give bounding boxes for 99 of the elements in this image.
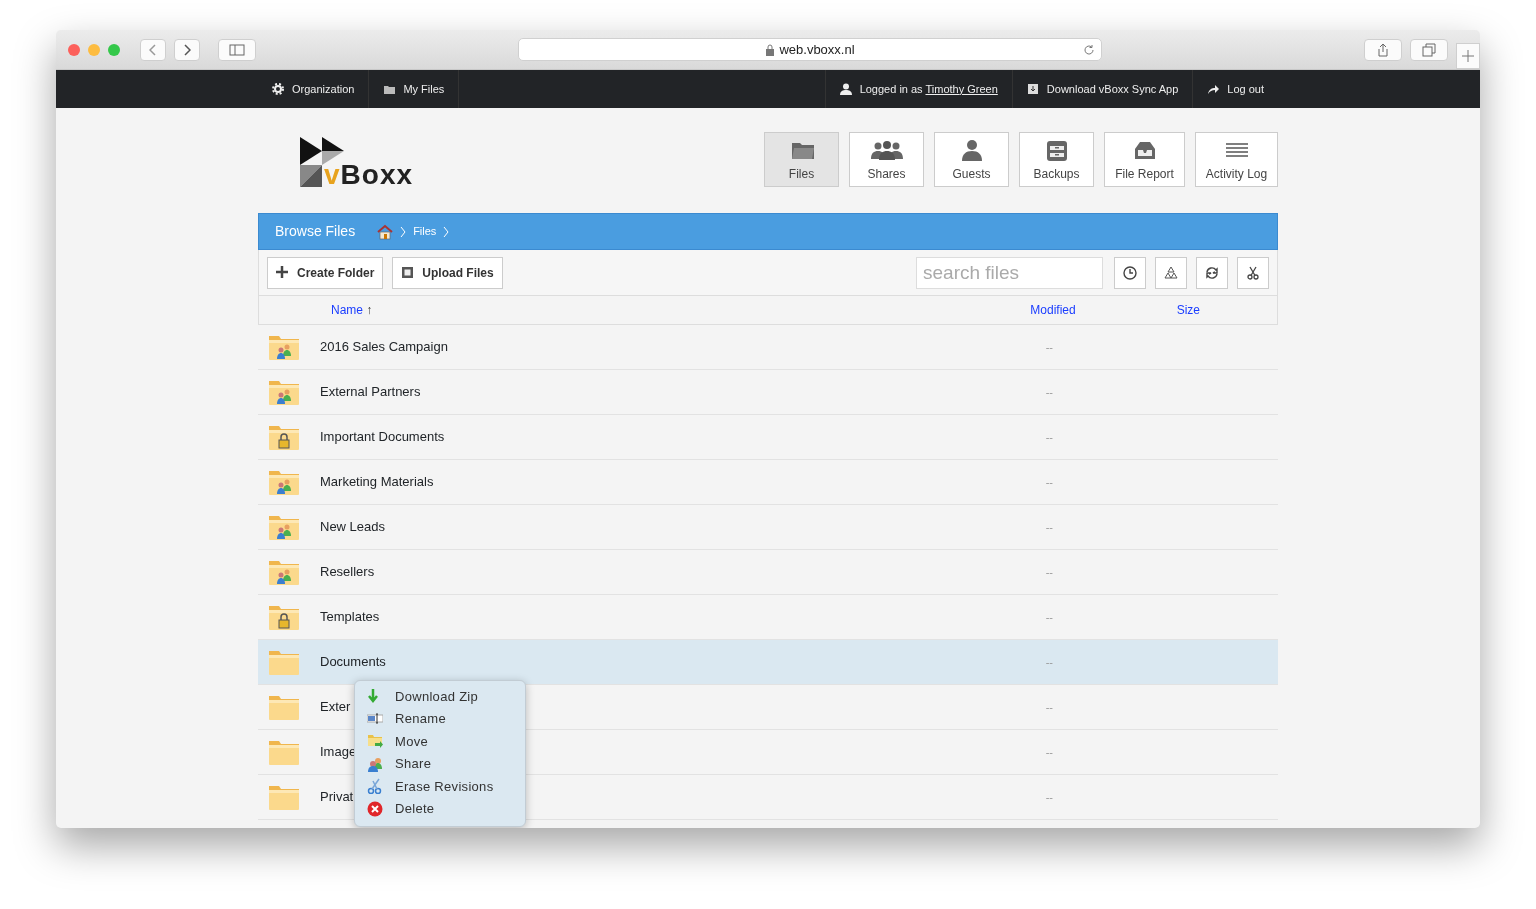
new-tab-button[interactable]	[1456, 43, 1480, 69]
modified-cell-text: --	[1045, 789, 1053, 805]
modified-cell-text: --	[1045, 429, 1053, 445]
modified-cell-text: --	[1045, 339, 1053, 355]
file-name[interactable]: External Partners	[320, 382, 421, 402]
menu-item[interactable]: Share	[355, 752, 525, 775]
menu-item[interactable]: Download Zip	[355, 685, 525, 708]
logout-icon	[1207, 83, 1220, 95]
user-icon	[839, 83, 852, 95]
tool-button[interactable]	[1237, 256, 1269, 289]
plus-icon	[276, 266, 289, 279]
file-name[interactable]: New Leads	[320, 517, 386, 537]
window-control-icon[interactable]	[88, 43, 100, 56]
clock-icon	[1123, 265, 1137, 280]
table-row[interactable]: Important Documents --	[258, 415, 1278, 460]
column-header[interactable]: Size	[1176, 301, 1200, 319]
back-button[interactable]	[140, 38, 166, 61]
file-name[interactable]: 2016 Sales Campaign	[320, 337, 448, 357]
share-icon	[1377, 42, 1389, 57]
tool-button[interactable]	[1114, 256, 1146, 289]
cabinet-icon	[1044, 138, 1069, 163]
column-header[interactable]: Modified	[1030, 301, 1076, 319]
delete-icon	[367, 800, 383, 817]
menu-item[interactable]: Move	[355, 730, 525, 753]
table-row[interactable]: New Leads --	[258, 505, 1278, 550]
lock-icon	[765, 43, 776, 56]
top-menu-link[interactable]: Download vBoxx Sync App	[1011, 70, 1193, 108]
nav-tab[interactable]: File Report	[1104, 131, 1185, 187]
file-name[interactable]: Resellers	[320, 562, 375, 582]
menu-item[interactable]: Rename	[355, 707, 525, 730]
scissors-icon	[1246, 265, 1260, 280]
share-button[interactable]	[1364, 38, 1402, 61]
frame-icon	[401, 266, 415, 279]
top-menu-link[interactable]: My Files	[369, 70, 460, 108]
chevron-right-icon	[183, 43, 191, 56]
menu-item[interactable]: Delete	[355, 797, 525, 820]
tabs-icon	[1422, 42, 1436, 57]
nav-tab[interactable]: Backups	[1019, 131, 1094, 187]
table-row[interactable]: External Partners --	[258, 370, 1278, 415]
plus-icon	[1462, 50, 1474, 62]
recycle-icon	[1164, 265, 1178, 280]
top-menu-link[interactable]: Organization	[258, 70, 370, 108]
people-icon	[869, 138, 904, 163]
table-row[interactable]: Documents --	[258, 640, 1278, 685]
file-name[interactable]: Templates	[320, 607, 380, 627]
file-name[interactable]: Privat	[320, 787, 354, 807]
nav-tab[interactable]: Guests	[934, 131, 1009, 187]
folder-arrow-icon	[367, 733, 383, 750]
menu-item[interactable]: Erase Revisions	[355, 775, 525, 798]
people-icon	[367, 755, 383, 772]
person-icon	[959, 138, 984, 163]
modified-cell-text: --	[1045, 654, 1053, 670]
download-icon	[1026, 83, 1039, 95]
home-icon[interactable]	[377, 223, 394, 240]
chevron-icon	[442, 225, 451, 238]
gear-icon	[272, 83, 284, 95]
forward-button[interactable]	[174, 38, 200, 61]
search-field[interactable]: search files	[916, 256, 1103, 289]
table-row[interactable]: Resellers --	[258, 550, 1278, 595]
modified-cell-text: --	[1045, 699, 1053, 715]
toolbar-button[interactable]: Upload Files	[392, 256, 503, 289]
text-field-icon	[367, 710, 383, 727]
sync-icon	[1205, 265, 1219, 280]
modified-cell-text: --	[1045, 384, 1053, 400]
modified-cell-text: --	[1045, 564, 1053, 580]
toolbar-button[interactable]: Create Folder	[267, 256, 384, 289]
nav-tab[interactable]: Files	[764, 131, 839, 187]
modified-cell-text: --	[1045, 519, 1053, 535]
modified-cell-text: --	[1045, 744, 1053, 760]
tool-button[interactable]	[1196, 256, 1228, 289]
address-bar[interactable]: web.vboxx.nl	[518, 38, 1102, 61]
window-control-icon[interactable]	[68, 43, 80, 56]
table-row[interactable]: 2016 Sales Campaign --	[258, 325, 1278, 370]
nav-tab[interactable]: Activity Log	[1195, 131, 1278, 187]
sidebar-button[interactable]	[218, 38, 256, 61]
file-name[interactable]: Documents	[320, 652, 386, 672]
modified-cell-text: --	[1045, 474, 1053, 490]
sidebar-icon	[229, 43, 245, 56]
login-text: Logged in as Timothy Green	[859, 81, 998, 97]
window-control-icon[interactable]	[108, 43, 120, 56]
top-menu-link[interactable]: Log out	[1192, 70, 1278, 108]
logo-icon	[300, 136, 344, 189]
file-name[interactable]: Important Documents	[320, 427, 445, 447]
chevron-icon	[399, 225, 408, 238]
page-title: Browse Files	[275, 222, 356, 241]
file-name[interactable]: Exter	[320, 697, 351, 717]
logo-text: vBoxx	[324, 160, 414, 189]
file-name[interactable]: Marketing Materials	[320, 472, 434, 492]
column-header[interactable]: Name ↑	[331, 301, 373, 319]
chevron-left-icon	[149, 43, 157, 56]
folder-icon	[383, 83, 396, 95]
url-text: web.vboxx.nl	[779, 40, 855, 59]
scissors-icon	[367, 778, 383, 795]
user-link[interactable]: Timothy Green	[925, 82, 998, 95]
table-row[interactable]: Marketing Materials --	[258, 460, 1278, 505]
reload-icon[interactable]	[1083, 43, 1095, 56]
modified-cell-text: --	[1045, 609, 1053, 625]
nav-tab[interactable]: Shares	[849, 131, 924, 187]
tabs-button[interactable]	[1410, 38, 1448, 61]
